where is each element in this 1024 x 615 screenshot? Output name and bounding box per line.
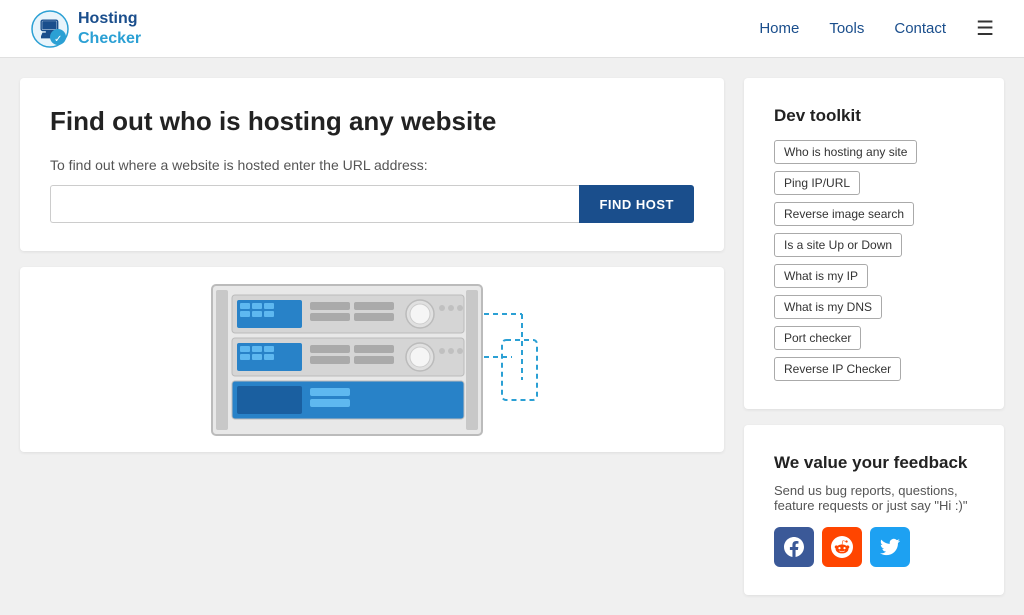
hero-subtitle: To find out where a website is hosted en… [50,157,694,173]
find-host-button[interactable]: FIND HOST [579,185,694,223]
logo-icon: 🖥 ✓ [30,9,70,49]
hero-title: Find out who is hosting any website [50,106,694,137]
logo-checker: Checker [78,29,141,48]
toolkit-tag[interactable]: Reverse IP Checker [774,357,901,381]
twitter-button[interactable] [870,527,910,567]
site-header: 🖥 ✓ Hosting Checker Home Tools Contact ☰ [0,0,1024,58]
toolkit-tag[interactable]: What is my IP [774,264,868,288]
toolkit-tag[interactable]: Port checker [774,326,861,350]
server-card [20,267,724,452]
search-row: FIND HOST [50,185,694,223]
toolkit-tag[interactable]: Is a site Up or Down [774,233,902,257]
nav-tools[interactable]: Tools [829,20,864,37]
logo-area: 🖥 ✓ Hosting Checker [30,9,141,49]
feedback-description: Send us bug reports, questions, feature … [774,483,974,513]
dev-toolkit-card: Dev toolkit Who is hosting any site Ping … [744,78,1004,409]
feedback-card: We value your feedback Send us bug repor… [744,425,1004,595]
main-nav: Home Tools Contact ☰ [759,16,994,41]
svg-text:✓: ✓ [54,34,62,45]
toolkit-tag[interactable]: Reverse image search [774,202,914,226]
hamburger-icon[interactable]: ☰ [976,16,994,41]
hero-card: Find out who is hosting any website To f… [20,78,724,251]
right-column: Dev toolkit Who is hosting any site Ping … [744,78,1004,595]
logo-text: Hosting Checker [78,9,141,47]
server-svg [202,280,542,440]
left-column: Find out who is hosting any website To f… [20,78,724,595]
social-buttons [774,527,974,567]
server-illustration [20,267,724,452]
logo-hosting: Hosting [78,9,141,28]
nav-contact[interactable]: Contact [894,20,946,37]
dev-toolkit-title: Dev toolkit [774,106,974,126]
toolkit-tags: Who is hosting any site Ping IP/URL Revers… [774,140,974,381]
toolkit-tag[interactable]: What is my DNS [774,295,882,319]
toolkit-tag[interactable]: Who is hosting any site [774,140,917,164]
page-content: Find out who is hosting any website To f… [0,58,1024,615]
reddit-button[interactable] [822,527,862,567]
nav-home[interactable]: Home [759,20,799,37]
facebook-button[interactable] [774,527,814,567]
feedback-title: We value your feedback [774,453,974,473]
url-input[interactable] [50,185,579,223]
toolkit-tag[interactable]: Ping IP/URL [774,171,860,195]
